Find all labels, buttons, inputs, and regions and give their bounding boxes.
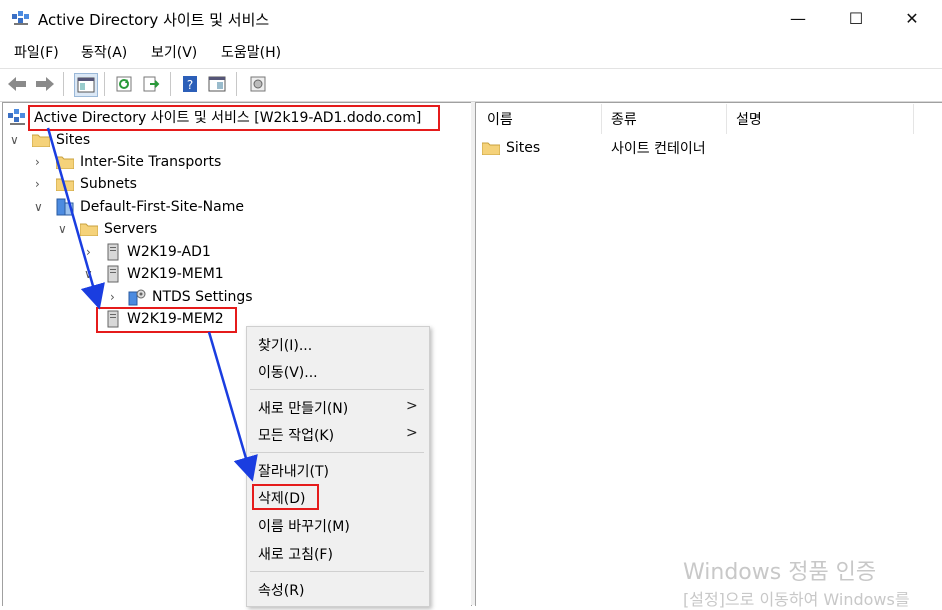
tree-item-label: W2K19-MEM1 — [127, 266, 224, 282]
help-icon[interactable]: ? — [179, 73, 201, 95]
menu-item-all-tasks[interactable]: 모든 작업(K) — [258, 425, 334, 445]
ad-sites-icon — [8, 109, 25, 125]
mmc-icon[interactable] — [247, 73, 269, 95]
list-cell-type: 사이트 컨테이너 — [611, 141, 706, 157]
list-row-sites[interactable]: Sites — [482, 138, 540, 158]
collapsed-chevron-icon[interactable]: › — [86, 245, 91, 259]
folder-icon — [32, 134, 50, 147]
tree-item-default-first-site[interactable]: Default-First-Site-Name — [56, 197, 244, 217]
toolbar-separator — [236, 72, 237, 96]
server-icon — [107, 265, 119, 283]
folder-icon — [56, 156, 74, 169]
menu-item-properties[interactable]: 속성(R) — [258, 580, 304, 600]
column-label: 이름 — [487, 112, 513, 128]
close-button[interactable]: ✕ — [884, 0, 940, 36]
tree-item-w2k19-mem1[interactable]: W2K19-MEM1 — [107, 264, 224, 284]
column-separator[interactable] — [601, 104, 602, 134]
tree-item-label: Inter-Site Transports — [80, 154, 222, 170]
menu-item-refresh[interactable]: 새로 고침(F) — [258, 544, 333, 564]
refresh-icon[interactable] — [113, 73, 135, 95]
folder-icon — [56, 178, 74, 191]
maximize-button[interactable]: ☐ — [828, 0, 884, 36]
collapsed-chevron-icon[interactable]: › — [35, 155, 40, 169]
svg-text:?: ? — [187, 78, 193, 92]
menu-view[interactable]: 보기(V) — [151, 42, 197, 62]
folder-icon — [80, 223, 98, 236]
tree-item-sites[interactable]: Sites — [32, 130, 90, 150]
menu-item-cut[interactable]: 잘라내기(T) — [258, 461, 329, 481]
menu-separator — [250, 452, 424, 453]
tree-item-label: Sites — [56, 132, 91, 148]
column-header-description[interactable]: 설명 — [736, 104, 762, 134]
menu-action[interactable]: 동작(A) — [81, 42, 127, 62]
column-label: 종류 — [611, 112, 637, 128]
minimize-button[interactable]: — — [770, 0, 826, 36]
toolbar-separator — [170, 72, 171, 96]
toolbar-separator — [63, 72, 64, 96]
menu-item-find[interactable]: 찾기(I)... — [258, 335, 312, 355]
menu-file[interactable]: 파일(F) — [14, 42, 59, 62]
show-hide-tree-icon[interactable] — [74, 73, 98, 97]
menu-item-rename[interactable]: 이름 바꾸기(M) — [258, 516, 350, 536]
window-title: Active Directory 사이트 및 서비스 — [38, 11, 270, 29]
menu-bar — [0, 38, 942, 66]
menu-item-move[interactable]: 이동(V)... — [258, 362, 318, 382]
tree-item-w2k19-ad1[interactable]: W2K19-AD1 — [107, 242, 211, 262]
expanded-chevron-icon[interactable]: ∨ — [10, 133, 19, 147]
expanded-chevron-icon[interactable]: ∨ — [58, 222, 67, 236]
menu-item-new[interactable]: 새로 만들기(N) — [258, 398, 348, 418]
list-pane[interactable] — [475, 102, 942, 606]
tree-item-subnets[interactable]: Subnets — [56, 174, 137, 194]
tree-item-label: NTDS Settings — [152, 289, 253, 305]
activation-watermark-title: Windows 정품 인증 — [683, 560, 877, 585]
menu-help[interactable]: 도움말(H) — [221, 42, 281, 62]
site-icon — [56, 198, 74, 216]
expanded-chevron-icon[interactable]: ∨ — [34, 200, 43, 214]
tree-item-label: Subnets — [80, 176, 137, 192]
properties-icon[interactable] — [206, 73, 228, 95]
list-cell-name: Sites — [506, 140, 541, 156]
column-header-type[interactable]: 종류 — [611, 104, 637, 134]
collapsed-chevron-icon[interactable]: › — [35, 177, 40, 191]
column-header-name[interactable]: 이름 — [487, 104, 513, 134]
tree-item-inter-site-transports[interactable]: Inter-Site Transports — [56, 152, 221, 172]
server-icon — [107, 243, 119, 261]
collapsed-chevron-icon[interactable]: › — [110, 290, 115, 304]
column-separator[interactable] — [726, 104, 727, 134]
highlight-box-delete — [252, 484, 319, 510]
highlight-box-mem2 — [96, 307, 237, 333]
tree-item-label: Default-First-Site-Name — [80, 199, 244, 215]
column-separator[interactable] — [913, 104, 914, 134]
column-label: 설명 — [736, 112, 762, 128]
tree-item-servers[interactable]: Servers — [80, 219, 157, 239]
export-list-icon[interactable] — [140, 73, 162, 95]
menu-separator — [250, 389, 424, 390]
ad-sites-app-icon — [12, 11, 29, 25]
toolbar-separator — [104, 72, 105, 96]
submenu-arrow-icon: > — [406, 398, 418, 414]
tree-item-label: Servers — [104, 221, 158, 237]
expanded-chevron-icon[interactable]: ∨ — [84, 267, 93, 281]
back-icon[interactable] — [6, 73, 28, 95]
highlight-box-root — [28, 105, 440, 131]
folder-icon — [482, 142, 500, 155]
activation-watermark-text: [설정]으로 이동하여 Windows를 — [683, 590, 910, 609]
submenu-arrow-icon: > — [406, 425, 418, 441]
ntds-settings-icon — [128, 289, 146, 306]
tree-item-label: W2K19-AD1 — [127, 244, 211, 260]
forward-icon[interactable] — [34, 73, 56, 95]
menu-separator — [250, 571, 424, 572]
tree-item-ntds-settings[interactable]: NTDS Settings — [128, 287, 253, 307]
